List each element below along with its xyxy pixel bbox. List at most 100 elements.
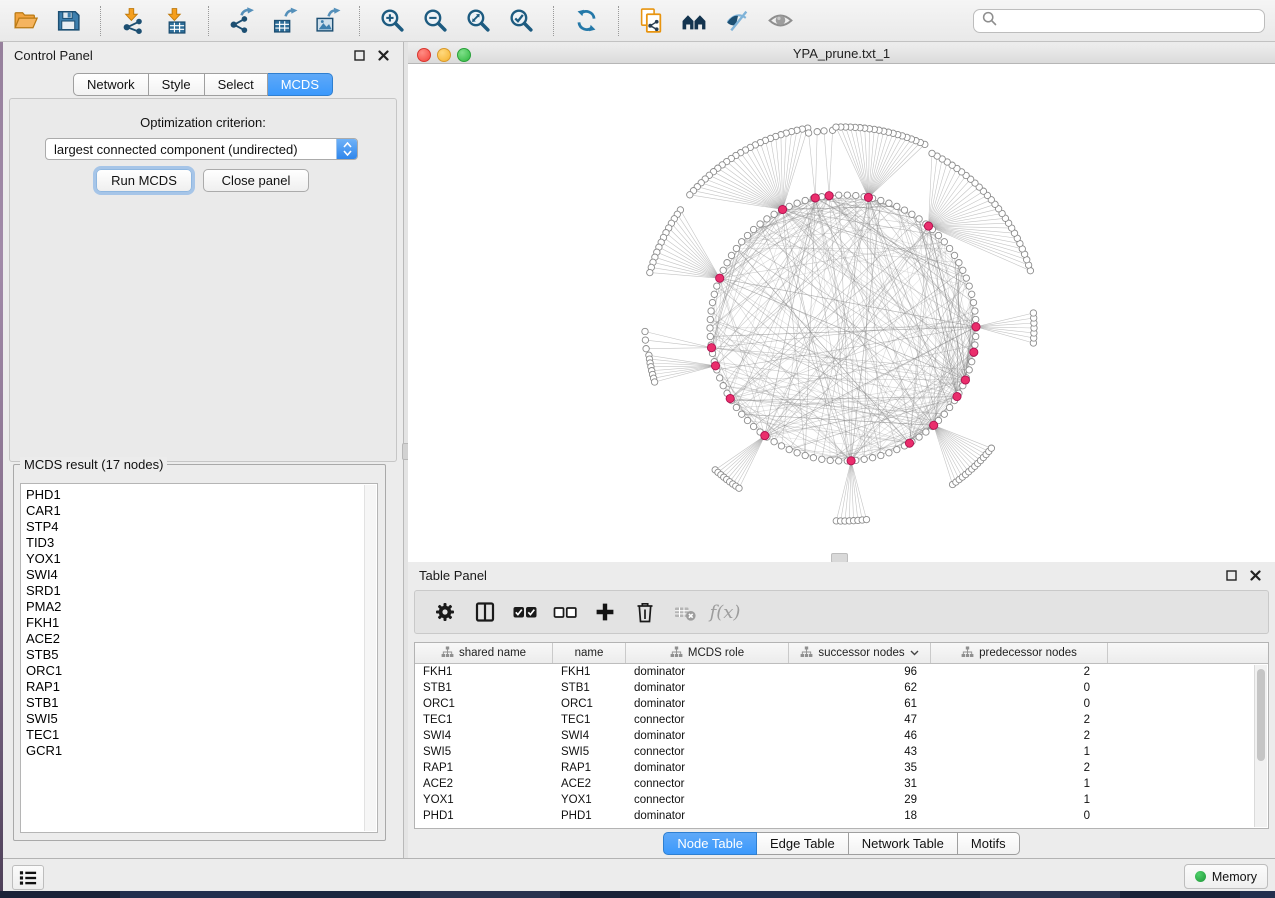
graph-node[interactable] xyxy=(802,452,808,458)
export-network-icon[interactable] xyxy=(226,6,256,36)
tab-network-table[interactable]: Network Table xyxy=(849,832,958,855)
graph-node[interactable] xyxy=(853,192,859,198)
graph-node[interactable] xyxy=(878,452,884,458)
graph-node[interactable] xyxy=(736,485,742,491)
graph-node[interactable] xyxy=(970,299,976,305)
import-network-icon[interactable] xyxy=(118,6,148,36)
table-row[interactable]: RAP1RAP1dominator352 xyxy=(415,760,1268,776)
table-row[interactable]: SWI5SWI5connector431 xyxy=(415,744,1268,760)
task-history-button[interactable] xyxy=(12,865,44,890)
graph-node[interactable] xyxy=(960,267,966,273)
column-header-shared-name[interactable]: shared name xyxy=(415,643,553,663)
graph-node[interactable] xyxy=(863,516,869,522)
show-graphics-details-icon[interactable] xyxy=(765,6,795,36)
graph-node[interactable] xyxy=(827,457,833,463)
hide-graphics-details-icon[interactable] xyxy=(722,6,752,36)
graph-node[interactable] xyxy=(973,333,979,339)
copy-network-icon[interactable] xyxy=(636,6,666,36)
graph-node[interactable] xyxy=(714,283,720,289)
mcds-result-item[interactable]: SRD1 xyxy=(26,583,377,599)
table-row[interactable]: YOX1YOX1connector291 xyxy=(415,792,1268,808)
graph-node[interactable] xyxy=(821,128,827,134)
graph-node[interactable] xyxy=(733,404,739,410)
graph-node[interactable] xyxy=(651,379,657,385)
graph-node[interactable] xyxy=(886,450,892,456)
graph-node[interactable] xyxy=(988,445,994,451)
graph-node[interactable] xyxy=(951,252,957,258)
graph-node[interactable] xyxy=(941,411,947,417)
mcds-result-item[interactable]: FKH1 xyxy=(26,615,377,631)
graph-node-dominator[interactable] xyxy=(970,348,978,356)
graph-node[interactable] xyxy=(963,275,969,281)
zoom-selected-icon[interactable] xyxy=(506,6,536,36)
graph-node[interactable] xyxy=(642,328,648,334)
graph-node-dominator[interactable] xyxy=(716,274,724,282)
graph-node[interactable] xyxy=(916,216,922,222)
zoom-fit-icon[interactable] xyxy=(463,6,493,36)
graph-node[interactable] xyxy=(923,429,929,435)
graph-node-dominator[interactable] xyxy=(864,193,872,201)
table-row[interactable]: ORC1ORC1dominator610 xyxy=(415,696,1268,712)
graph-node[interactable] xyxy=(687,192,693,198)
float-panel-icon[interactable] xyxy=(1223,567,1240,584)
graph-node[interactable] xyxy=(757,221,763,227)
graph-node[interactable] xyxy=(844,192,850,198)
graph-node[interactable] xyxy=(972,342,978,348)
mcds-result-item[interactable]: YOX1 xyxy=(26,551,377,567)
mcds-result-item[interactable]: TID3 xyxy=(26,535,377,551)
graph-node[interactable] xyxy=(647,269,653,275)
graph-node-dominator[interactable] xyxy=(761,432,769,440)
deselect-all-icon[interactable] xyxy=(551,598,579,626)
select-all-icon[interactable] xyxy=(511,598,539,626)
column-header-mcds-role[interactable]: MCDS role xyxy=(626,643,789,663)
graph-node[interactable] xyxy=(946,404,952,410)
graph-node-dominator[interactable] xyxy=(924,222,932,230)
import-table-icon[interactable] xyxy=(161,6,191,36)
graph-node[interactable] xyxy=(869,455,875,461)
zoom-out-icon[interactable] xyxy=(420,6,450,36)
graph-node[interactable] xyxy=(711,291,717,297)
tab-edge-table[interactable]: Edge Table xyxy=(757,832,849,855)
table-row[interactable]: ACE2ACE2connector311 xyxy=(415,776,1268,792)
search-input[interactable] xyxy=(1003,12,1256,29)
column-header-predecessor-nodes[interactable]: predecessor nodes xyxy=(931,643,1108,663)
mcds-result-item[interactable]: GCR1 xyxy=(26,743,377,759)
zoom-in-icon[interactable] xyxy=(377,6,407,36)
column-header-successor-nodes[interactable]: successor nodes xyxy=(789,643,931,663)
mcds-result-item[interactable]: RAP1 xyxy=(26,679,377,695)
mcds-result-item[interactable]: STB5 xyxy=(26,647,377,663)
open-file-icon[interactable] xyxy=(10,6,40,36)
graph-node[interactable] xyxy=(802,197,808,203)
tab-mcds[interactable]: MCDS xyxy=(268,73,333,96)
graph-node[interactable] xyxy=(916,434,922,440)
graph-node[interactable] xyxy=(778,443,784,449)
add-column-icon[interactable] xyxy=(591,598,619,626)
graph-node-dominator[interactable] xyxy=(953,392,961,400)
graph-node[interactable] xyxy=(707,333,713,339)
graph-node[interactable] xyxy=(894,203,900,209)
search-box[interactable] xyxy=(973,9,1265,33)
graph-node[interactable] xyxy=(929,150,935,156)
graph-node[interactable] xyxy=(739,411,745,417)
network-canvas[interactable] xyxy=(408,64,1275,562)
graph-node[interactable] xyxy=(973,316,979,322)
graph-node[interactable] xyxy=(750,226,756,232)
graph-node-dominator[interactable] xyxy=(930,421,938,429)
graph-node-dominator[interactable] xyxy=(825,192,833,200)
refresh-icon[interactable] xyxy=(571,6,601,36)
graph-node[interactable] xyxy=(707,316,713,322)
mcds-result-item[interactable]: SWI4 xyxy=(26,567,377,583)
close-panel-button[interactable]: Close panel xyxy=(203,169,309,192)
graph-node[interactable] xyxy=(771,211,777,217)
close-panel-icon[interactable] xyxy=(1247,567,1264,584)
memory-button[interactable]: Memory xyxy=(1184,864,1268,889)
graph-node[interactable] xyxy=(720,383,726,389)
table-row[interactable]: SWI4SWI4dominator462 xyxy=(415,728,1268,744)
mcds-result-item[interactable]: SWI5 xyxy=(26,711,377,727)
graph-node[interactable] xyxy=(744,417,750,423)
graph-node-dominator[interactable] xyxy=(711,362,719,370)
graph-node[interactable] xyxy=(720,267,726,273)
mcds-result-item[interactable]: TEC1 xyxy=(26,727,377,743)
split-columns-icon[interactable] xyxy=(471,598,499,626)
graph-node[interactable] xyxy=(794,450,800,456)
